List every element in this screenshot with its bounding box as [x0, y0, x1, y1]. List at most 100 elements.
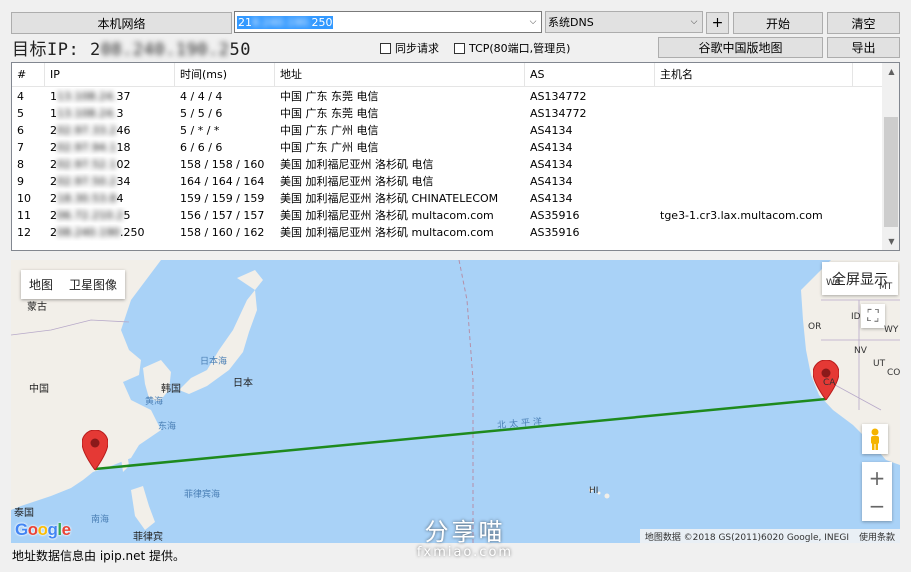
- google-china-map-button[interactable]: 谷歌中国版地图: [658, 37, 823, 58]
- chevron-down-icon[interactable]: ⌵: [686, 12, 702, 32]
- zoom-out-button[interactable]: −: [869, 492, 886, 520]
- map-type-control[interactable]: 地图 卫星图像: [21, 270, 126, 299]
- zoom-control: + −: [862, 462, 892, 521]
- table-cell-as: AS4134: [530, 175, 573, 188]
- column-header-ip[interactable]: IP: [45, 63, 175, 87]
- local-network-button[interactable]: 本机网络: [11, 12, 232, 34]
- table-cell-host: [655, 190, 660, 207]
- table-cell-host: [655, 173, 660, 190]
- table-cell-as: AS4134: [530, 158, 573, 171]
- table-cell-host: [655, 105, 660, 122]
- footer-credit: 地址数据信息由 ipip.net 提供。: [12, 549, 186, 563]
- table-row[interactable]: 12 208.240.190.250 158 / 160 / 162 美国 加利福尼亚…: [12, 224, 883, 241]
- origin-marker-icon[interactable]: [81, 429, 109, 473]
- map-label-south-sea: 南海: [91, 515, 110, 525]
- chevron-down-icon[interactable]: ⌵: [525, 12, 541, 32]
- table-cell-addr: 中国 广东 东莞 电信: [280, 107, 379, 120]
- table-row[interactable]: 10 218.30.53.84 159 / 159 / 159 美国 加利福尼亚州 洛…: [12, 190, 883, 207]
- map-label-id: ID: [851, 312, 861, 322]
- map-label-or: OR: [808, 322, 822, 332]
- table-row[interactable]: 6 202.97.33.246 5 / * / * 中国 广东 广州 电信 AS4134: [12, 122, 883, 139]
- dns-select[interactable]: 系统DNS ⌵: [545, 11, 703, 33]
- table-cell-as: AS4134: [530, 141, 573, 154]
- map-attribution: 地图数据 ©2018 GS(2011)6020 Google, INEGI 使用…: [639, 529, 900, 543]
- table-cell-time: 159 / 159 / 159: [180, 192, 265, 205]
- start-button[interactable]: 开始: [733, 12, 823, 34]
- table-cell-ip: 202.97.50.234: [50, 175, 131, 188]
- table-cell-host: [655, 88, 660, 105]
- table-cell-addr: 中国 广东 广州 电信: [280, 124, 379, 137]
- map-data-credit[interactable]: 地图数据 ©2018 GS(2011)6020 Google, INEGI: [640, 530, 854, 543]
- target-ip-display: 目标IP: 208.240.190.250: [12, 40, 251, 60]
- table-cell-n: 11: [17, 209, 31, 222]
- scroll-down-icon[interactable]: ▼: [883, 233, 899, 250]
- scroll-up-icon[interactable]: ▲: [883, 63, 899, 80]
- table-cell-ip: 208.240.190.250: [50, 226, 145, 239]
- table-cell-addr: 美国 加利福尼亚州 洛杉矶 CHINATELECOM: [280, 192, 499, 205]
- table-cell-time: 4 / 4 / 4: [180, 90, 223, 103]
- table-cell-host: [655, 139, 660, 156]
- table-cell-ip: 113.108.24.3: [50, 107, 124, 120]
- table-cell-ip: 113.108.24.37: [50, 90, 131, 103]
- map-label-wy: WY: [884, 325, 899, 335]
- add-dns-button[interactable]: +: [706, 12, 729, 34]
- column-header-time[interactable]: 时间(ms): [175, 63, 275, 87]
- map-type-satellite[interactable]: 卫星图像: [61, 276, 125, 293]
- google-logo[interactable]: Google: [15, 520, 71, 540]
- table-cell-addr: 美国 加利福尼亚州 洛杉矶 电信: [280, 158, 434, 171]
- table-row[interactable]: 5 113.108.24.3 5 / 5 / 6 中国 广东 东莞 电信 AS13477…: [12, 105, 883, 122]
- table-cell-addr: 美国 加利福尼亚州 洛杉矶 multacom.com: [280, 209, 494, 222]
- map-label-philippines: 菲律宾: [133, 532, 163, 543]
- checkbox-box[interactable]: [454, 42, 465, 54]
- table-cell-time: 156 / 157 / 157: [180, 209, 265, 222]
- trace-results-table[interactable]: # IP 时间(ms) 地址 AS 主机名 4 113.108.24.37 4 / …: [11, 62, 900, 251]
- table-cell-time: 6 / 6 / 6: [180, 141, 223, 154]
- table-cell-ip: 218.30.53.84: [50, 192, 124, 205]
- table-row[interactable]: 9 202.97.50.234 164 / 164 / 164 美国 加利福尼亚州 洛…: [12, 173, 883, 190]
- map-label-nv: NV: [854, 346, 867, 356]
- pegman-icon[interactable]: [862, 424, 888, 454]
- table-cell-time: 5 / * / *: [180, 124, 220, 137]
- terms-link[interactable]: 使用条款: [854, 530, 900, 543]
- table-row[interactable]: 7 202.97.94.118 6 / 6 / 6 中国 广东 广州 电信 AS4134: [12, 139, 883, 156]
- table-scrollbar[interactable]: ▲ ▼: [882, 63, 899, 250]
- table-cell-as: AS35916: [530, 209, 580, 222]
- table-header: # IP 时间(ms) 地址 AS 主机名: [12, 63, 883, 87]
- zoom-in-button[interactable]: +: [869, 464, 886, 492]
- table-cell-as: AS35916: [530, 226, 580, 239]
- map-label-thailand: 泰国: [14, 508, 34, 519]
- map-label-co: CO: [887, 368, 900, 378]
- table-cell-time: 164 / 164 / 164: [180, 175, 265, 188]
- table-row[interactable]: 8 202.97.52.102 158 / 158 / 160 美国 加利福尼亚州 洛…: [12, 156, 883, 173]
- table-row[interactable]: 11 206.72.210.25 156 / 157 / 157 美国 加利福尼亚州 …: [12, 207, 883, 224]
- table-cell-host: [655, 156, 660, 173]
- table-cell-n: 10: [17, 192, 31, 205]
- map-fullscreen-icon[interactable]: ⛶: [861, 304, 885, 328]
- table-cell-as: AS134772: [530, 107, 587, 120]
- map-label-sea-of-japan: 日本海: [200, 357, 228, 367]
- map-label-philippine-sea: 菲律宾海: [184, 490, 221, 500]
- checkbox-box[interactable]: [380, 42, 391, 54]
- column-header-as[interactable]: AS: [525, 63, 655, 87]
- map-label-yellow-sea: 黄海: [145, 397, 164, 407]
- scroll-thumb[interactable]: [884, 117, 898, 227]
- table-cell-ip: 202.97.52.102: [50, 158, 131, 171]
- host-input[interactable]: 218.240.190.250 ⌵: [234, 11, 542, 33]
- map-label-korea: 韩国: [161, 384, 181, 395]
- column-header-hostname[interactable]: 主机名: [655, 63, 853, 87]
- column-header-address[interactable]: 地址: [275, 63, 525, 87]
- table-cell-n: 9: [17, 175, 24, 188]
- export-button[interactable]: 导出: [827, 37, 900, 58]
- sync-request-checkbox[interactable]: 同步请求: [380, 40, 439, 56]
- clear-button[interactable]: 清空: [827, 12, 900, 34]
- tcp-checkbox[interactable]: TCP(80端口,管理员): [454, 40, 570, 56]
- table-cell-ip: 202.97.33.246: [50, 124, 131, 137]
- map-type-map[interactable]: 地图: [21, 276, 61, 293]
- table-cell-host: tge3-1.cr3.lax.multacom.com: [660, 209, 823, 222]
- table-row[interactable]: 4 113.108.24.37 4 / 4 / 4 中国 广东 东莞 电信 AS1347…: [12, 88, 883, 105]
- column-header-index[interactable]: #: [12, 63, 45, 87]
- table-cell-host: [655, 122, 660, 139]
- table-cell-as: AS4134: [530, 192, 573, 205]
- route-map[interactable]: 地图 卫星图像 全屏显示 ⛶ + − 蒙古 中国 日本海 韩国 日本 黄海 东海…: [11, 260, 900, 543]
- table-cell-n: 4: [17, 90, 24, 103]
